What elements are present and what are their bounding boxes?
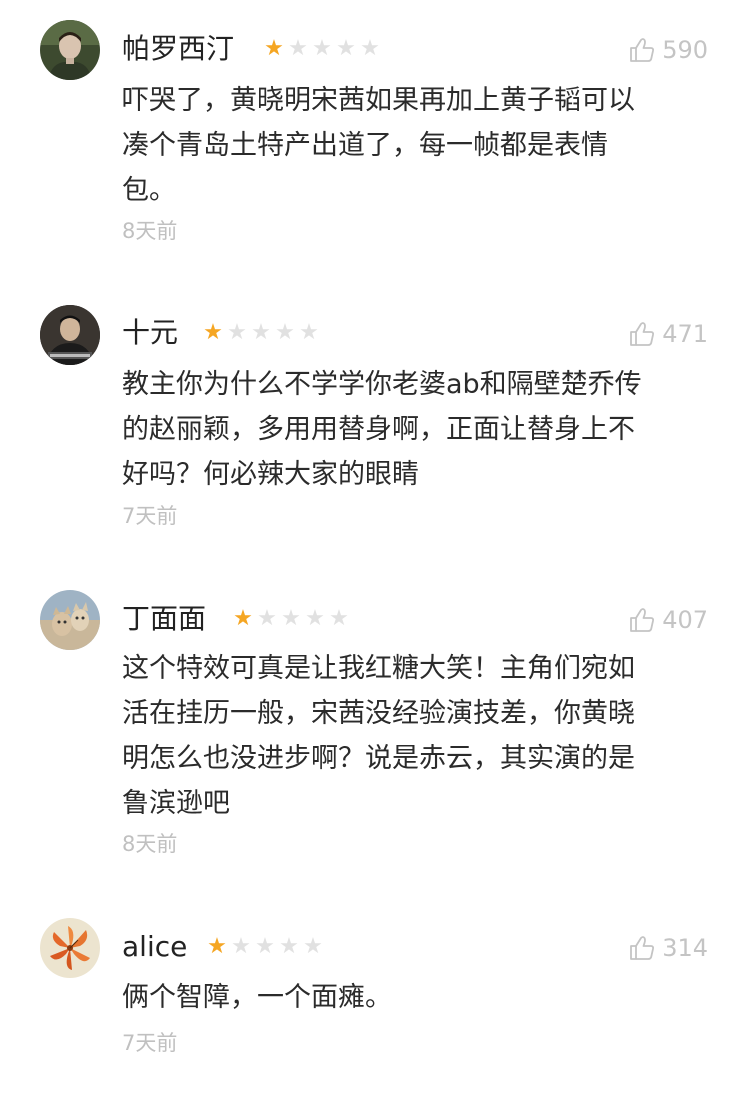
star-empty-icon: ★ xyxy=(312,36,332,61)
avatar-image xyxy=(40,20,100,80)
star-filled-icon: ★ xyxy=(233,606,253,631)
like-button[interactable]: 590 xyxy=(628,36,708,64)
avatar[interactable] xyxy=(40,918,100,978)
content-line: 包。 xyxy=(122,175,176,206)
star-empty-icon: ★ xyxy=(279,934,299,959)
review-content: 教主你为什么不学学你老婆ab和隔壁楚乔传 的赵丽颖，多用用替身啊，正面让替身上不… xyxy=(122,362,712,497)
avatar-image xyxy=(40,590,100,650)
star-empty-icon: ★ xyxy=(275,320,295,345)
avatar[interactable] xyxy=(40,305,100,365)
review-content: 这个特效可真是让我红糖大笑！主角们宛如 活在挂历一般，宋茜没经验演技差，你黄晓 … xyxy=(122,646,712,826)
rating-stars: ★ ★ ★ ★ ★ xyxy=(262,37,382,61)
content-line: 好吗？何必辣大家的眼睛 xyxy=(122,459,419,490)
thumbs-up-icon xyxy=(630,38,655,62)
rating-stars: ★ ★ ★ ★ ★ xyxy=(231,607,351,631)
username[interactable]: 十元 xyxy=(122,316,178,350)
star-filled-icon: ★ xyxy=(207,934,227,959)
like-count: 590 xyxy=(662,36,708,64)
like-button[interactable]: 407 xyxy=(628,606,708,634)
star-empty-icon: ★ xyxy=(255,934,275,959)
star-filled-icon: ★ xyxy=(264,36,284,61)
like-count: 471 xyxy=(662,320,708,348)
content-line: 俩个智障，一个面瘫。 xyxy=(122,982,392,1013)
content-line: 吓哭了，黄晓明宋茜如果再加上黄子韬可以 xyxy=(122,85,635,116)
star-empty-icon: ★ xyxy=(303,934,323,959)
review-time: 7天前 xyxy=(122,1031,178,1055)
star-empty-icon: ★ xyxy=(299,320,319,345)
like-button[interactable]: 314 xyxy=(628,934,708,962)
avatar-image xyxy=(40,918,100,978)
thumbs-up-icon xyxy=(630,608,655,632)
username[interactable]: alice xyxy=(122,930,187,964)
content-line: 凑个青岛土特产出道了，每一帧都是表情 xyxy=(122,130,608,161)
star-filled-icon: ★ xyxy=(203,320,223,345)
content-line: 明怎么也没进步啊？说是赤云，其实演的是 xyxy=(122,743,635,774)
content-line: 活在挂历一般，宋茜没经验演技差，你黄晓 xyxy=(122,698,635,729)
star-empty-icon: ★ xyxy=(231,934,251,959)
star-empty-icon: ★ xyxy=(329,606,349,631)
thumbs-up-icon xyxy=(630,936,655,960)
star-empty-icon: ★ xyxy=(251,320,271,345)
content-line: 教主你为什么不学学你老婆ab和隔壁楚乔传 xyxy=(122,369,642,400)
content-line: 的赵丽颖，多用用替身啊，正面让替身上不 xyxy=(122,414,635,445)
rating-stars: ★ ★ ★ ★ ★ xyxy=(201,321,321,345)
review-time: 8天前 xyxy=(122,219,178,243)
avatar[interactable] xyxy=(40,590,100,650)
star-empty-icon: ★ xyxy=(257,606,277,631)
avatar-image xyxy=(40,305,100,365)
star-empty-icon: ★ xyxy=(336,36,356,61)
rating-stars: ★ ★ ★ ★ ★ xyxy=(205,935,325,959)
username[interactable]: 丁面面 xyxy=(122,602,206,636)
thumbs-up-icon xyxy=(630,322,655,346)
content-line: 鲁滨逊吧 xyxy=(122,788,230,819)
star-empty-icon: ★ xyxy=(281,606,301,631)
like-button[interactable]: 471 xyxy=(628,320,708,348)
like-count: 407 xyxy=(662,606,708,634)
review-content: 俩个智障，一个面瘫。 xyxy=(122,975,712,1020)
like-count: 314 xyxy=(662,934,708,962)
username[interactable]: 帕罗西汀 xyxy=(122,32,234,66)
star-empty-icon: ★ xyxy=(288,36,308,61)
star-empty-icon: ★ xyxy=(360,36,380,61)
review-content: 吓哭了，黄晓明宋茜如果再加上黄子韬可以 凑个青岛土特产出道了，每一帧都是表情 包… xyxy=(122,78,712,213)
review-time: 7天前 xyxy=(122,504,178,528)
star-empty-icon: ★ xyxy=(227,320,247,345)
content-line: 这个特效可真是让我红糖大笑！主角们宛如 xyxy=(122,653,635,684)
star-empty-icon: ★ xyxy=(305,606,325,631)
avatar[interactable] xyxy=(40,20,100,80)
review-time: 8天前 xyxy=(122,832,178,856)
